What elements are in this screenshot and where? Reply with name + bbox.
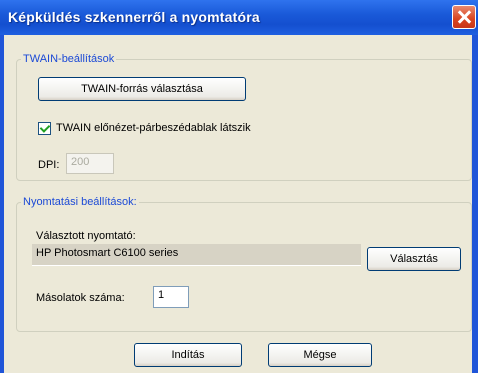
window-title: Képküldés szkennerről a nyomtatóra [8,9,260,25]
copies-label: Másolatok száma: [36,292,125,304]
choose-printer-button[interactable]: Választás [367,247,461,271]
copies-input[interactable]: 1 [153,286,189,308]
twain-preview-checkbox[interactable] [38,122,51,135]
twain-settings-title: TWAIN-beállítások [23,53,115,65]
dpi-field: 200 [66,153,114,174]
dialog-client-area: TWAIN-beállítások TWAIN-forrás választás… [4,35,472,373]
print-settings-title: Nyomtatási beállítások: [23,196,137,208]
cancel-button[interactable]: Mégse [268,343,372,367]
selected-printer-label: Választott nyomtató: [36,230,136,242]
twain-preview-label: TWAIN előnézet-párbeszédablak látszik [56,122,251,134]
title-bar[interactable]: Képküldés szkennerről a nyomtatóra [0,0,478,35]
start-button[interactable]: Indítás [134,343,242,367]
select-twain-source-button[interactable]: TWAIN-forrás választása [38,77,246,101]
close-icon[interactable] [452,5,476,29]
dpi-label: DPI: [38,159,60,171]
dialog-window: Képküldés szkennerről a nyomtatóra TWAIN… [0,0,478,373]
selected-printer-field: HP Photosmart C6100 series [32,244,361,266]
